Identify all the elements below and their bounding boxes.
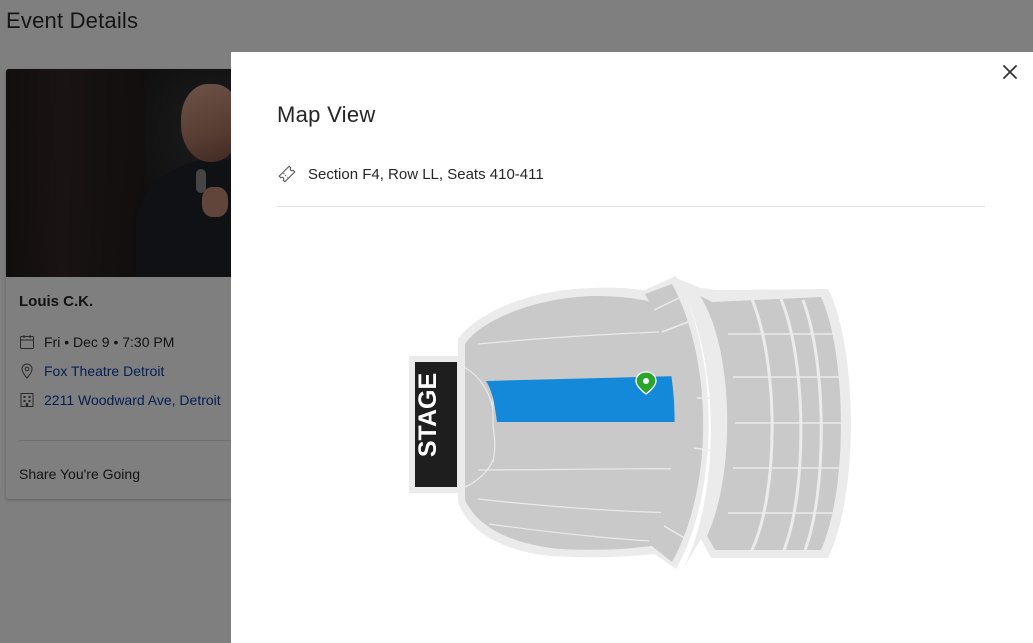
marker-dot [643,378,649,384]
seat-map[interactable]: STAGE [231,52,1033,643]
stage-label: STAGE [414,373,442,457]
page: Event Details Louis C.K. Fri • Dec 9 • 7… [0,0,1033,643]
map-view-modal: Map View Section F4, Row LL, Seats 410-4… [231,52,1033,643]
